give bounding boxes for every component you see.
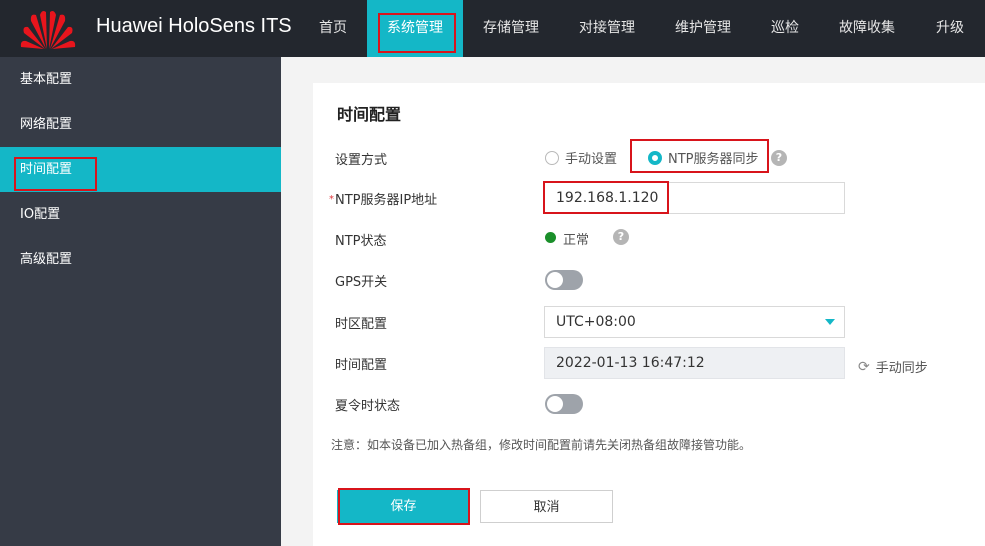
radio-ntp-dot[interactable] [648,150,662,165]
ntp-status-value: 正常 [563,233,590,248]
sidebar-item-io-config[interactable]: IO配置 [0,192,281,237]
toggle-knob [547,396,563,412]
gps-label: GPS开关 [335,275,388,290]
sidebar-item-time-config[interactable]: 时间配置 [0,147,281,192]
manual-sync-label: 手动同步 [875,361,928,376]
radio-manual-label: 手动设置 [565,152,618,167]
ntp-ip-input[interactable]: 192.168.1.120 [544,182,845,214]
save-button[interactable]: 保存 [337,490,470,523]
nav-upgrade[interactable]: 升级 [926,0,974,57]
dst-toggle[interactable] [545,394,583,414]
gps-toggle[interactable] [545,270,583,290]
timezone-value: UTC+08:00 [556,314,636,330]
nav-storage-management[interactable]: 存储管理 [474,0,548,57]
section-title: 时间配置 [337,105,402,124]
nav-integration-management[interactable]: 对接管理 [570,0,644,57]
nav-maintenance-management[interactable]: 维护管理 [666,0,740,57]
ntp-ip-label: *NTP服务器IP地址 [329,189,437,208]
notice-text: 注意：如本设备已加入热备组，修改时间配置前请先关闭热备组故障接管功能。 [331,438,752,452]
required-mark: * [329,194,334,205]
radio-ntp-label: NTP服务器同步 [668,152,759,167]
refresh-icon: ⟳ [858,358,870,375]
nav-fault-collection[interactable]: 故障收集 [830,0,904,57]
sidebar-item-network-config[interactable]: 网络配置 [0,102,281,147]
sidebar: 基本配置 网络配置 时间配置 IO配置 高级配置 [0,57,281,546]
mode-label: 设置方式 [335,153,388,168]
time-label: 时间配置 [335,358,388,373]
cancel-button[interactable]: 取消 [480,490,613,523]
app-title: Huawei HoloSens ITS [96,15,292,37]
timezone-select[interactable]: UTC+08:00 [544,306,845,338]
time-config-panel: 时间配置 设置方式 手动设置 NTP服务器同步 ? *NTP服务器IP地址 19… [313,83,985,546]
time-input: 2022-01-13 16:47:12 [544,347,845,379]
top-bar: Huawei HoloSens ITS 首页 系统管理 存储管理 对接管理 维护… [0,0,985,57]
question-icon[interactable]: ? [613,229,629,245]
sidebar-item-advanced-config[interactable]: 高级配置 [0,237,281,282]
manual-sync-button[interactable]: ⟳ 手动同步 [858,357,928,377]
nav-system-management[interactable]: 系统管理 [367,0,463,57]
status-ok-icon [545,232,556,243]
huawei-logo-icon [20,11,76,50]
radio-ntp[interactable]: NTP服务器同步 [648,148,759,167]
toggle-knob [547,272,563,288]
radio-manual[interactable]: 手动设置 [545,148,617,167]
caret-down-icon [825,319,835,325]
nav-inspection[interactable]: 巡检 [761,0,809,57]
ntp-ip-label-text: NTP服务器IP地址 [335,193,438,208]
radio-manual-dot[interactable] [545,150,559,165]
nav-home[interactable]: 首页 [309,0,357,57]
question-icon[interactable]: ? [771,150,787,166]
sidebar-item-basic-config[interactable]: 基本配置 [0,57,281,102]
dst-label: 夏令时状态 [335,399,401,414]
timezone-label: 时区配置 [335,317,388,332]
ntp-status-label: NTP状态 [335,234,387,249]
